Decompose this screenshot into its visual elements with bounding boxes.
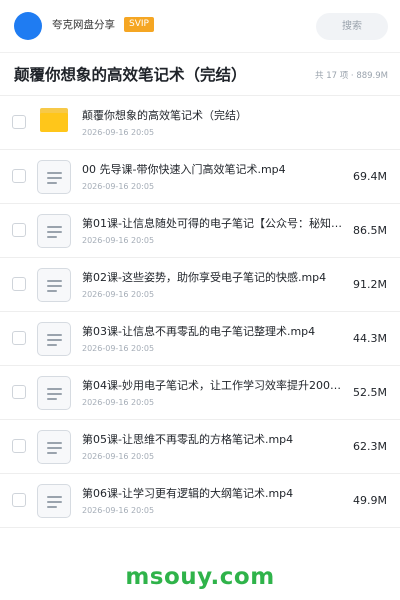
item-name[interactable]: 颠覆你想象的高效笔记术（完结） xyxy=(82,108,382,124)
item-size: 52.5M xyxy=(353,386,387,399)
item-size: 91.2M xyxy=(353,278,387,291)
watermark: msouy.com xyxy=(125,564,275,590)
list-item[interactable]: 第02课-这些姿势，助你享受电子笔记的快感.mp4 2026-09-16 20:… xyxy=(0,258,400,312)
list-item[interactable]: 第05课-让思维不再零乱的方格笔记术.mp4 2026-09-16 20:05 … xyxy=(0,420,400,474)
list-item[interactable]: 00 先导课-带你快速入门高效笔记术.mp4 2026-09-16 20:05 … xyxy=(0,150,400,204)
item-date: 2026-09-16 20:05 xyxy=(82,506,155,515)
item-date: 2026-09-16 20:05 xyxy=(82,344,155,353)
page-title: 颠覆你想象的高效笔记术（完结） xyxy=(14,66,247,84)
checkbox[interactable] xyxy=(12,439,26,453)
item-name[interactable]: 00 先导课-带你快速入门高效笔记术.mp4 xyxy=(82,162,352,178)
item-name[interactable]: 第02课-这些姿势，助你享受电子笔记的快感.mp4 xyxy=(82,270,352,286)
item-name[interactable]: 第06课-让学习更有逻辑的大纲笔记术.mp4 xyxy=(82,486,352,502)
list-item[interactable]: 颠覆你想象的高效笔记术（完结） 2026-09-16 20:05 xyxy=(0,96,400,150)
document-icon xyxy=(37,268,71,302)
item-name[interactable]: 第03课-让信息不再零乱的电子笔记整理术.mp4 xyxy=(82,324,352,340)
folder-icon xyxy=(40,108,68,132)
search-input[interactable]: 搜索 xyxy=(316,13,388,40)
document-icon xyxy=(37,430,71,464)
document-icon xyxy=(37,160,71,194)
item-size: 86.5M xyxy=(353,224,387,237)
item-date: 2026-09-16 20:05 xyxy=(82,452,155,461)
list-item[interactable]: 第04课-妙用电子笔记术，让工作学习效率提升200… 2026-09-16 20… xyxy=(0,366,400,420)
checkbox[interactable] xyxy=(12,277,26,291)
checkbox[interactable] xyxy=(12,169,26,183)
checkbox[interactable] xyxy=(12,115,26,129)
item-date: 2026-09-16 20:05 xyxy=(82,290,155,299)
item-date: 2026-09-16 20:05 xyxy=(82,182,155,191)
item-date: 2026-09-16 20:05 xyxy=(82,128,155,137)
item-size: 49.9M xyxy=(353,494,387,507)
document-icon xyxy=(37,322,71,356)
checkbox[interactable] xyxy=(12,385,26,399)
item-name[interactable]: 第01课-让信息随处可得的电子笔记【公众号：秘知圈… xyxy=(82,216,352,232)
list-item[interactable]: 第01课-让信息随处可得的电子笔记【公众号：秘知圈… 2026-09-16 20… xyxy=(0,204,400,258)
file-list: 颠覆你想象的高效笔记术（完结） 2026-09-16 20:05 00 先导课-… xyxy=(0,96,400,528)
list-item[interactable]: 第06课-让学习更有逻辑的大纲笔记术.mp4 2026-09-16 20:05 … xyxy=(0,474,400,528)
item-size: 62.3M xyxy=(353,440,387,453)
item-name[interactable]: 第05课-让思维不再零乱的方格笔记术.mp4 xyxy=(82,432,352,448)
checkbox[interactable] xyxy=(12,331,26,345)
item-size: 44.3M xyxy=(353,332,387,345)
folder-header: 颠覆你想象的高效笔记术（完结） 共 17 项 · 889.9M xyxy=(0,52,400,96)
item-count-summary: 共 17 项 · 889.9M xyxy=(315,71,388,81)
avatar[interactable] xyxy=(14,12,42,40)
checkbox[interactable] xyxy=(12,223,26,237)
list-item[interactable]: 第03课-让信息不再零乱的电子笔记整理术.mp4 2026-09-16 20:0… xyxy=(0,312,400,366)
item-date: 2026-09-16 20:05 xyxy=(82,236,155,245)
document-icon xyxy=(37,214,71,248)
document-icon xyxy=(37,376,71,410)
checkbox[interactable] xyxy=(12,493,26,507)
top-bar: 夸克网盘分享 SVIP 搜索 xyxy=(0,0,400,52)
item-name[interactable]: 第04课-妙用电子笔记术，让工作学习效率提升200… xyxy=(82,378,352,394)
sharer-name: 夸克网盘分享 xyxy=(52,19,115,31)
svip-badge: SVIP xyxy=(124,17,154,32)
item-size: 69.4M xyxy=(353,170,387,183)
document-icon xyxy=(37,484,71,518)
item-date: 2026-09-16 20:05 xyxy=(82,398,155,407)
